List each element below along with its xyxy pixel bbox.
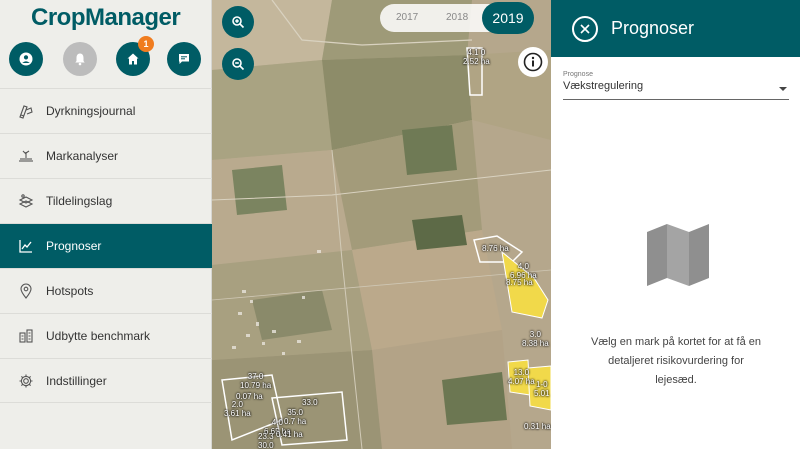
sidebar-item-label: Hotspots: [46, 284, 94, 298]
prognose-select[interactable]: Vækstregulering: [563, 80, 789, 100]
zoom-in-button[interactable]: [222, 6, 254, 38]
field-label[interactable]: 8.76 ha: [482, 244, 509, 253]
year-option-2018[interactable]: 2018: [446, 4, 468, 32]
field-label[interactable]: 0.31 ha: [524, 422, 551, 431]
sidebar-item-dyrkningsjournal[interactable]: Dyrkningsjournal: [0, 88, 212, 133]
layers-icon: [18, 193, 34, 209]
field-label[interactable]: 3.0 8.38 ha: [522, 330, 549, 348]
sidebar-item-label: Tildelingslag: [46, 194, 113, 208]
home-button[interactable]: 1: [116, 36, 154, 76]
close-icon: [580, 23, 590, 34]
info-icon: [523, 52, 543, 72]
sidebar-item-tildelingslag[interactable]: Tildelingslag: [0, 178, 212, 223]
info-button[interactable]: [518, 47, 548, 77]
sidebar-item-indstillinger[interactable]: Indstillinger: [0, 358, 212, 403]
sidebar-item-label: Udbytte benchmark: [46, 329, 151, 343]
field-label[interactable]: 33.0: [302, 398, 318, 407]
notification-badge: 1: [138, 36, 154, 52]
prognose-select-value: Vækstregulering: [563, 80, 644, 92]
field-label[interactable]: 1-0 5.01: [534, 380, 550, 398]
sidebar-item-label: Indstillinger: [46, 373, 107, 388]
sidebar-item-markanalyser[interactable]: Markanalyser: [0, 133, 212, 178]
field-label[interactable]: 0.41 ha: [276, 430, 303, 439]
user-button[interactable]: [9, 42, 43, 76]
year-selector: 2017 2018 2019: [380, 2, 534, 34]
close-panel-button[interactable]: [572, 15, 598, 42]
year-option-2019[interactable]: 2019: [482, 2, 534, 34]
top-icon-bar: 1: [0, 36, 212, 76]
zoom-in-icon: [232, 16, 245, 29]
sidebar-nav: Dyrkningsjournal Markanalyser Tildelings…: [0, 88, 212, 403]
sidebar-item-label: Prognoser: [46, 239, 102, 253]
field-label[interactable]: 4.1 0 2.52 ha: [463, 48, 490, 66]
journal-icon: [18, 103, 34, 119]
field-label[interactable]: 13.0 4.07 ha: [508, 368, 535, 386]
sidebar-item-prognoser[interactable]: Prognoser: [0, 223, 212, 268]
benchmark-icon: [18, 328, 34, 344]
soil-analysis-icon: [18, 148, 34, 164]
app-logo: CropManager: [31, 4, 181, 31]
panel-title: Prognoser: [611, 18, 695, 38]
chevron-down-icon: [779, 87, 787, 91]
field-label[interactable]: 2.0 3.61 ha: [224, 400, 251, 418]
messages-button[interactable]: [167, 42, 201, 76]
field-label[interactable]: 37.0 10.79 ha: [240, 372, 271, 390]
panel-header: Prognoser: [551, 0, 800, 57]
prognoser-panel: Prognoser Prognose Vækstregulering Vælg …: [551, 0, 800, 449]
folded-map-icon: [647, 224, 709, 286]
sidebar-item-udbytte-benchmark[interactable]: Udbytte benchmark: [0, 313, 212, 358]
select-field-message: Vælg en mark på kortet for at få en deta…: [591, 336, 761, 386]
user-icon: [19, 52, 33, 66]
field-label[interactable]: 23.3 30.0: [258, 432, 274, 449]
zoom-out-button[interactable]: [222, 48, 254, 80]
year-option-2017[interactable]: 2017: [396, 4, 418, 32]
notifications-button: [63, 42, 97, 76]
prognose-select-label: Prognose: [563, 71, 593, 78]
sidebar-item-hotspots[interactable]: Hotspots: [0, 268, 212, 313]
sidebar-item-label: Markanalyser: [46, 149, 119, 163]
chart-line-icon: [18, 238, 34, 254]
zoom-out-icon: [232, 58, 245, 71]
satellite-map[interactable]: 2017 2018 2019 4.1 0 2.52 ha 8.76 ha 4.0 6…: [212, 0, 551, 449]
sidebar: CropManager 1 Dyrkningsjournal Markanaly…: [0, 0, 212, 449]
sidebar-item-label: Dyrkningsjournal: [46, 104, 136, 118]
location-pin-icon: [18, 283, 34, 299]
home-icon: [127, 53, 139, 65]
chat-icon: [179, 54, 189, 64]
bell-icon: [75, 53, 85, 66]
gear-icon: [18, 373, 34, 389]
field-label[interactable]: 8.75 ha: [506, 278, 533, 287]
